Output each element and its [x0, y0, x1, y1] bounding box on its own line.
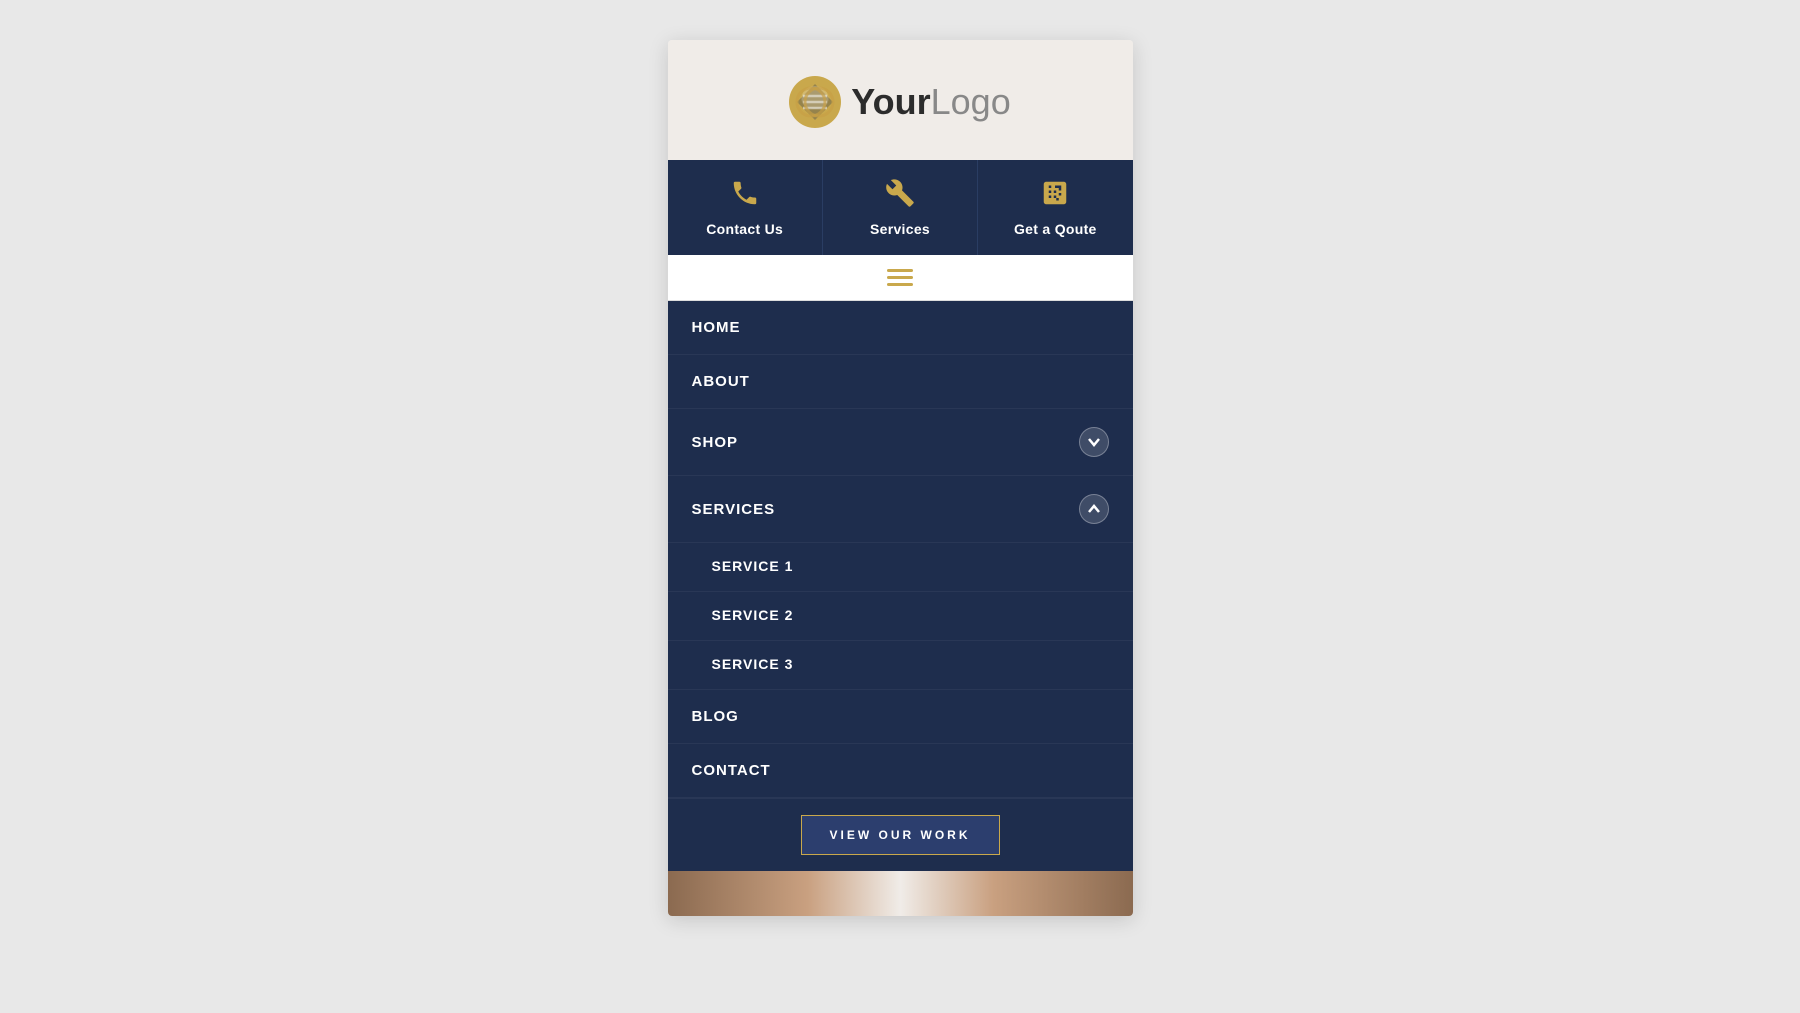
services-label: Services	[870, 221, 930, 237]
services-chevron-up[interactable]	[1079, 494, 1109, 524]
nav-label-about: ABOUT	[692, 373, 750, 390]
logo-bold-text: Your	[851, 81, 930, 122]
nav-label-blog: BLOG	[692, 708, 739, 725]
chevron-up-icon	[1087, 502, 1101, 516]
nav-label-contact: CONTACT	[692, 762, 771, 779]
top-nav: Contact Us Services Get a Qoute	[668, 160, 1133, 255]
phone-container: YourLogo Contact Us Services	[668, 40, 1133, 916]
phone-icon	[730, 178, 760, 213]
logo-icon	[789, 76, 841, 128]
top-nav-quote[interactable]: Get a Qoute	[978, 160, 1132, 255]
header: YourLogo	[668, 40, 1133, 160]
nav-subitem-service2[interactable]: SERVICE 2	[668, 592, 1133, 641]
service2-label: SERVICE 2	[712, 607, 794, 623]
nav-subitem-service3[interactable]: SERVICE 3	[668, 641, 1133, 690]
service1-label: SERVICE 1	[712, 558, 794, 574]
nav-item-services[interactable]: SERVICES	[668, 476, 1133, 543]
logo-light-text: Logo	[931, 81, 1011, 122]
nav-label-home: HOME	[692, 319, 741, 336]
top-nav-services[interactable]: Services	[823, 160, 978, 255]
nav-item-shop[interactable]: SHOP	[668, 409, 1133, 476]
nav-item-contact[interactable]: CONTACT	[668, 744, 1133, 798]
nav-menu: HOME ABOUT SHOP SERVICES	[668, 301, 1133, 871]
calculator-icon	[1040, 178, 1070, 213]
hamburger-bar	[668, 255, 1133, 301]
logo-text: YourLogo	[851, 84, 1010, 120]
service3-label: SERVICE 3	[712, 656, 794, 672]
nav-item-blog[interactable]: BLOG	[668, 690, 1133, 744]
nav-label-services: SERVICES	[692, 501, 776, 518]
nav-item-home[interactable]: HOME	[668, 301, 1133, 355]
logo[interactable]: YourLogo	[789, 76, 1010, 128]
footer-image-strip	[668, 871, 1133, 916]
top-nav-contact[interactable]: Contact Us	[668, 160, 823, 255]
view-our-work-button[interactable]: VIEW OUR WORK	[801, 815, 1000, 855]
shop-chevron-down[interactable]	[1079, 427, 1109, 457]
services-submenu: SERVICE 1 SERVICE 2 SERVICE 3	[668, 543, 1133, 690]
wrench-icon	[885, 178, 915, 213]
quote-label: Get a Qoute	[1014, 221, 1097, 237]
hamburger-button[interactable]	[887, 269, 913, 286]
nav-item-about[interactable]: ABOUT	[668, 355, 1133, 409]
nav-label-shop: SHOP	[692, 434, 739, 451]
cta-section: VIEW OUR WORK	[668, 798, 1133, 871]
nav-subitem-service1[interactable]: SERVICE 1	[668, 543, 1133, 592]
chevron-down-icon	[1087, 435, 1101, 449]
contact-us-label: Contact Us	[706, 221, 783, 237]
